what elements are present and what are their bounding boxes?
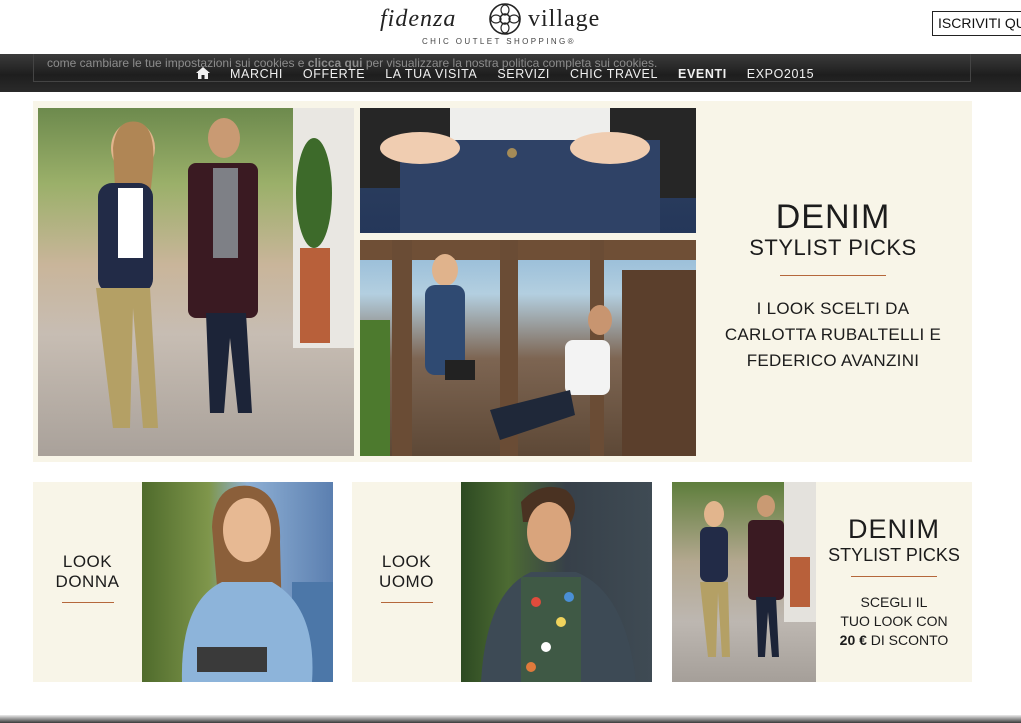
- card-uomo-photo: [461, 482, 652, 682]
- card-look-donna[interactable]: LOOK DONNA: [33, 482, 333, 682]
- nav-item-servizi[interactable]: SERVIZI: [497, 67, 550, 81]
- nav-items: MARCHI OFFERTE LA TUA VISITA SERVIZI CHI…: [196, 65, 834, 83]
- hero-subtitle: STYLIST PICKS: [749, 235, 917, 260]
- card-uomo-line-2: UOMO: [379, 572, 434, 591]
- card-denim-line-1: SCEGLI IL: [860, 594, 928, 610]
- nav-item-expo2015[interactable]: EXPO2015: [747, 67, 814, 81]
- card-uomo-line-1: LOOK: [381, 552, 432, 571]
- card-denim-line-3: 20 € DI SCONTO: [816, 631, 972, 650]
- hero-desc-line-3: FEDERICO AVANZINI: [746, 351, 920, 370]
- card-donna-line-2: DONNA: [55, 572, 120, 591]
- jeans-illustration: [360, 108, 696, 233]
- hero-banner-denim[interactable]: DENIM STYLIST PICKS I LOOK SCELTI DA CAR…: [33, 101, 972, 462]
- card-donna-label: LOOK DONNA: [33, 552, 142, 603]
- nav-item-la-tua-visita[interactable]: LA TUA VISITA: [385, 67, 477, 81]
- hero-desc-line-1: I LOOK SCELTI DA: [756, 299, 910, 318]
- woman-illustration: [181, 485, 333, 682]
- hero-photo-couple: [38, 108, 354, 456]
- card-denim-price: 20 €: [839, 632, 867, 648]
- couple-small-illustration: [700, 482, 816, 657]
- logo-word-village: village: [528, 6, 601, 32]
- gazebo-illustration: [360, 240, 696, 456]
- card-donna-divider: [61, 602, 114, 603]
- card-denim-discount[interactable]: DENIM STYLIST PICKS SCEGLI IL TUO LOOK C…: [672, 482, 972, 682]
- card-denim-photo: [672, 482, 816, 682]
- nav-item-chic-travel[interactable]: CHIC TRAVEL: [570, 67, 658, 81]
- card-uomo-label: LOOK UOMO: [352, 552, 461, 603]
- hero-title: DENIM: [775, 198, 891, 236]
- logo-word-fidenza: fidenza: [380, 6, 457, 32]
- site-header: fidenza village CHIC OUTLET SHOPPING® IS…: [0, 0, 1021, 54]
- man-illustration: [481, 486, 636, 682]
- fidenza-village-logo[interactable]: fidenza village CHIC OUTLET SHOPPING®: [378, 2, 628, 50]
- main-nav: come cambiare le tue impostazioni sui co…: [0, 54, 1021, 92]
- flower-emblem-icon: [489, 3, 521, 35]
- logo-tagline: CHIC OUTLET SHOPPING®: [422, 37, 576, 46]
- hero-photo-jeans: [360, 108, 696, 233]
- couple-illustration: [96, 108, 354, 428]
- card-look-uomo[interactable]: LOOK UOMO: [352, 482, 652, 682]
- card-denim-text-block: DENIM STYLIST PICKS SCEGLI IL TUO LOOK C…: [816, 514, 972, 650]
- hero-photo-gazebo: [360, 240, 696, 456]
- card-uomo-divider: [380, 602, 433, 603]
- card-denim-line-3-end: DI SCONTO: [866, 632, 949, 648]
- hero-desc-line-2: CARLOTTA RUBALTELLI E: [724, 325, 942, 344]
- hero-text-block: DENIM STYLIST PICKS I LOOK SCELTI DA CAR…: [713, 199, 953, 374]
- nav-item-eventi[interactable]: EVENTI: [678, 67, 727, 81]
- card-denim-subtitle: STYLIST PICKS: [828, 545, 960, 565]
- nav-item-marchi[interactable]: MARCHI: [230, 67, 283, 81]
- bottom-edge-bar: [0, 715, 1021, 723]
- home-icon[interactable]: [196, 67, 210, 79]
- card-donna-line-1: LOOK: [62, 552, 113, 571]
- hero-divider: [780, 275, 886, 276]
- card-donna-photo: [142, 482, 333, 682]
- card-denim-line-2: TUO LOOK CON: [840, 613, 948, 629]
- nav-item-offerte[interactable]: OFFERTE: [303, 67, 365, 81]
- card-denim-divider: [851, 576, 937, 577]
- card-denim-title: DENIM: [848, 514, 940, 544]
- subscribe-button[interactable]: ISCRIVITI QU: [932, 11, 1021, 36]
